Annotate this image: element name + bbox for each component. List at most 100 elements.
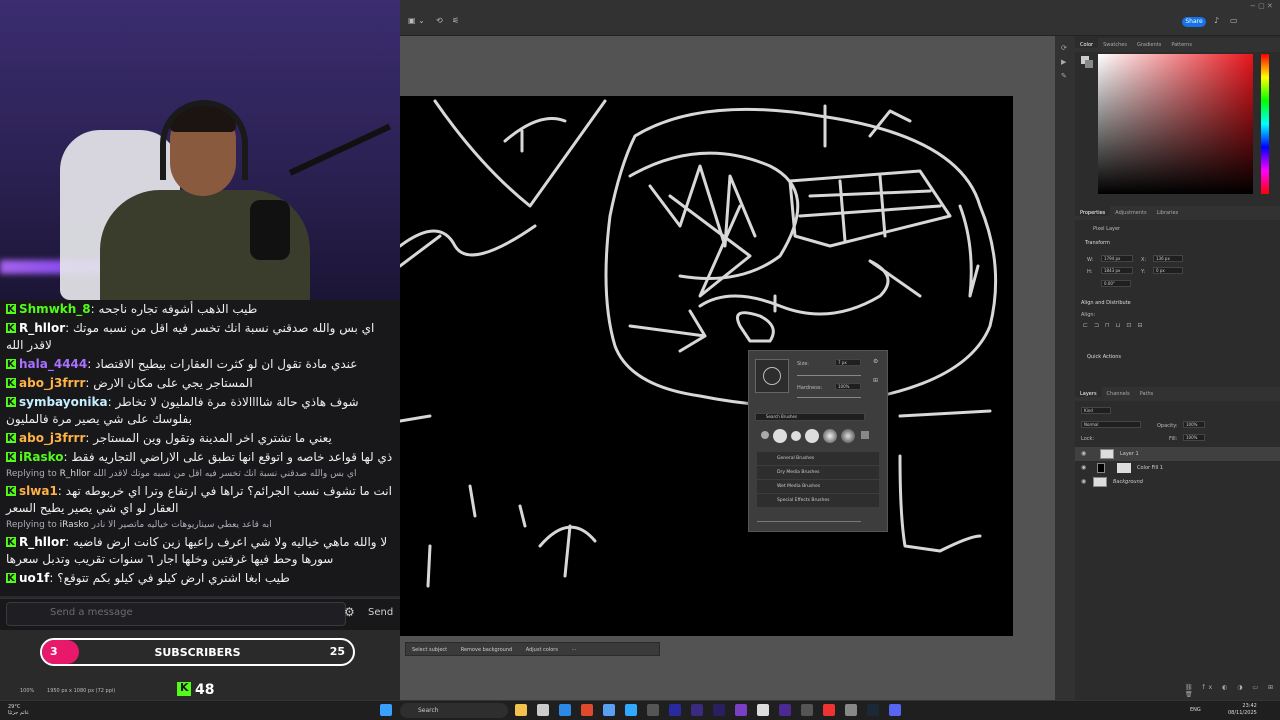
app-icon[interactable] xyxy=(603,704,615,716)
chat-username[interactable]: uo1f xyxy=(19,571,49,585)
tab-properties[interactable]: Properties xyxy=(1075,206,1111,216)
layer-actions[interactable]: ⛓ fx ◐ ◑ ▭ ⊞ 🗑 xyxy=(1185,684,1280,698)
gear-icon[interactable]: ⚙ xyxy=(873,358,878,365)
tab-channels[interactable]: Channels xyxy=(1102,387,1135,397)
hardness-input[interactable]: 100% xyxy=(835,383,861,390)
settings-gear-icon[interactable]: ⚙ xyxy=(344,605,355,619)
opacity-input[interactable]: 100% xyxy=(1183,421,1205,428)
y-input[interactable]: 0 px xyxy=(1153,267,1183,274)
chat-username[interactable]: Shmwkh_8 xyxy=(19,302,91,316)
start-icon[interactable] xyxy=(380,704,392,716)
store-icon[interactable] xyxy=(537,704,549,716)
taskbar-search[interactable]: Search xyxy=(400,703,508,718)
options-icon[interactable]: ▣ ⌄ xyxy=(408,16,425,25)
x-input[interactable]: 136 px xyxy=(1153,255,1183,262)
drawing-canvas[interactable] xyxy=(400,96,1013,636)
brush-group-general[interactable]: General Brushes xyxy=(757,452,879,465)
symmetry-icon[interactable]: ⚟ xyxy=(452,16,459,25)
after-effects-icon[interactable] xyxy=(669,704,681,716)
size-slider[interactable] xyxy=(797,375,861,376)
chat-username[interactable]: symbayonika xyxy=(19,395,108,409)
workspace-icon[interactable]: ▭ xyxy=(1230,16,1238,25)
layer-row[interactable]: ◉ Background xyxy=(1075,475,1280,489)
send-button[interactable]: Send xyxy=(368,607,393,618)
media-encoder-icon[interactable] xyxy=(713,704,725,716)
eye-icon[interactable]: ◉ xyxy=(1081,450,1086,457)
app-icon[interactable] xyxy=(845,704,857,716)
add-preset-icon[interactable]: ⊞ xyxy=(873,377,878,384)
history-icon[interactable]: ⟳ xyxy=(1061,44,1067,52)
tab-swatches[interactable]: Swatches xyxy=(1098,38,1132,48)
chat-username[interactable]: R_hllor xyxy=(19,535,65,549)
app-icon[interactable] xyxy=(801,704,813,716)
brush-search-input[interactable]: Search Brushes xyxy=(755,413,865,421)
tab-adjustments[interactable]: Adjustments xyxy=(1110,206,1151,216)
tab-libraries[interactable]: Libraries xyxy=(1152,206,1184,216)
align-buttons[interactable]: ⊏⊐⊓⊔⊡⊟ xyxy=(1083,322,1148,329)
size-input[interactable]: 7 px xyxy=(835,359,861,366)
weather-widget[interactable]: 29°C غائم جزئيًا xyxy=(8,704,29,716)
brush-group-dry-media[interactable]: Dry Media Brushes xyxy=(757,466,879,479)
rotate-icon[interactable]: ⟲ xyxy=(436,16,443,25)
adjust-colors-button[interactable]: Adjust colors xyxy=(520,643,564,653)
chat-username[interactable]: slwa1 xyxy=(19,484,58,498)
chat-message: symbayonika: شوف هاذي حالة شاااالاذة مرة… xyxy=(0,393,400,429)
fill-input[interactable]: 100% xyxy=(1183,434,1205,441)
brush-group-wet-media[interactable]: Wet Media Brushes xyxy=(757,480,879,493)
remove-background-button[interactable]: Remove background xyxy=(455,643,518,653)
layer-row[interactable]: ◉ Color Fill 1 xyxy=(1075,461,1280,475)
brush-tips-row[interactable] xyxy=(761,429,881,443)
premiere-icon[interactable] xyxy=(779,704,791,716)
steam-icon[interactable] xyxy=(867,704,879,716)
layer-kind-filter[interactable]: Kind xyxy=(1081,407,1111,414)
tab-color[interactable]: Color xyxy=(1075,38,1099,48)
angle-input[interactable]: 0.00° xyxy=(1101,280,1131,287)
chat-text: يعني ما تشتري اخر المدينة وتقول وين المس… xyxy=(93,431,332,445)
chat-username[interactable]: abo_j3frrr xyxy=(19,431,85,445)
kick-logo-icon xyxy=(177,681,191,696)
visual-studio-icon[interactable] xyxy=(735,704,747,716)
hue-slider[interactable] xyxy=(1261,54,1269,194)
vscode-icon[interactable] xyxy=(559,704,571,716)
tab-paths[interactable]: Paths xyxy=(1135,387,1159,397)
brush-group-special-effects[interactable]: Special Effects Brushes xyxy=(757,494,879,507)
chat-username[interactable]: R_hllor xyxy=(19,321,65,335)
eye-icon[interactable]: ◉ xyxy=(1081,464,1086,471)
color-picker-field[interactable] xyxy=(1098,54,1253,194)
brave-icon[interactable] xyxy=(581,704,593,716)
chat-username[interactable]: hala_4444 xyxy=(19,357,87,371)
layer-row[interactable]: ◉ Layer 1 xyxy=(1075,447,1280,461)
eye-icon[interactable]: ◉ xyxy=(1081,478,1086,485)
select-subject-button[interactable]: Select subject xyxy=(406,643,453,653)
reply-username[interactable]: R_hllor xyxy=(60,469,91,479)
window-controls-icon[interactable]: − ▢ ✕ xyxy=(1250,2,1273,10)
tab-layers[interactable]: Layers xyxy=(1075,387,1102,397)
chat-username[interactable]: abo_j3frrr xyxy=(19,376,85,390)
hardness-slider[interactable] xyxy=(797,397,861,398)
tab-patterns[interactable]: Patterns xyxy=(1166,38,1197,48)
share-button[interactable]: Share xyxy=(1182,17,1206,27)
height-input[interactable]: 1843 px xyxy=(1101,267,1133,274)
app-icon[interactable] xyxy=(647,704,659,716)
brush-angle-preview[interactable] xyxy=(755,359,789,393)
width-input[interactable]: 1794 px xyxy=(1101,255,1133,262)
reply-username[interactable]: iRasko xyxy=(60,520,89,530)
bell-icon[interactable]: ♪ xyxy=(1214,16,1219,25)
background-swatch[interactable] xyxy=(1085,60,1093,68)
discord-icon[interactable] xyxy=(889,704,901,716)
chat-text: طيب الذهب أشوفه تجاره ناجحه xyxy=(98,302,258,316)
chat-username[interactable]: iRasko xyxy=(19,450,64,464)
preview-size-slider[interactable] xyxy=(757,521,861,522)
app-icon[interactable] xyxy=(757,704,769,716)
opera-icon[interactable] xyxy=(823,704,835,716)
language-indicator[interactable]: ENG xyxy=(1190,707,1201,713)
tab-gradients[interactable]: Gradients xyxy=(1132,38,1166,48)
brush-icon[interactable]: ✎ xyxy=(1061,72,1067,80)
play-icon[interactable]: ▶ xyxy=(1061,58,1066,66)
blend-mode-select[interactable]: Normal xyxy=(1081,421,1141,428)
photoshop-icon[interactable] xyxy=(625,704,637,716)
more-icon[interactable]: ⋯ xyxy=(566,643,583,653)
clock[interactable]: 23:42 08/11/2025 xyxy=(1228,703,1257,717)
file-explorer-icon[interactable] xyxy=(515,704,527,716)
after-effects-icon[interactable] xyxy=(691,704,703,716)
